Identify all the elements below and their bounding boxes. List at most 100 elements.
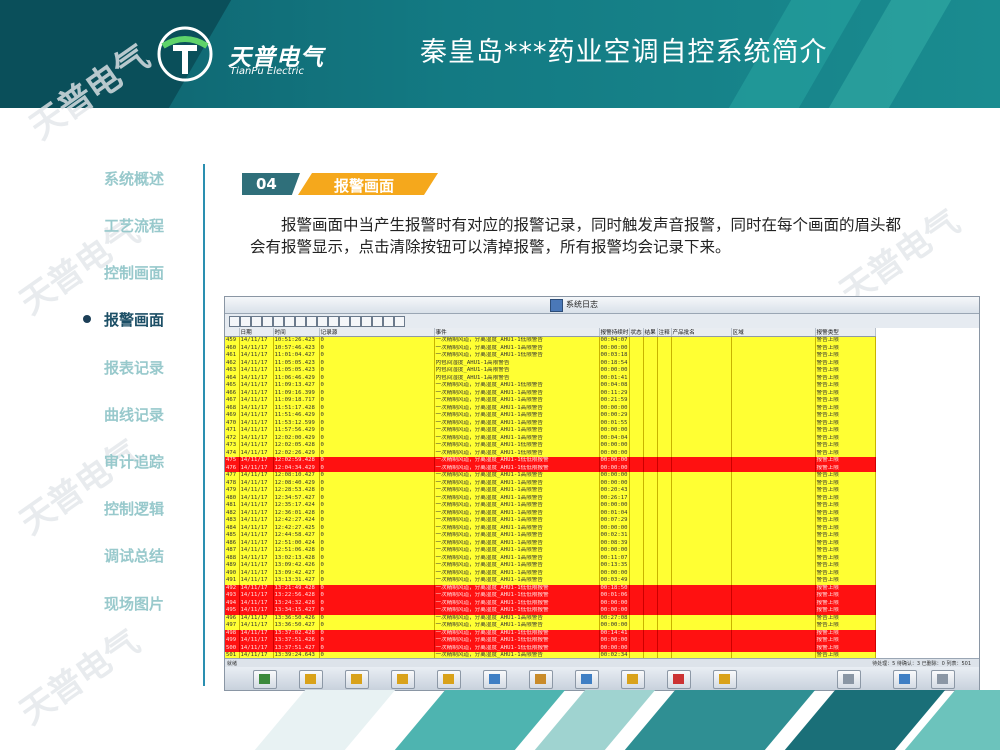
alarm-row[interactable]: 470 14/11/17 11:53:12.599 0 一次精制风道，分离湿度_AHU1… bbox=[225, 419, 876, 427]
row-area bbox=[731, 449, 816, 457]
column-header[interactable]: 产品批名 bbox=[671, 328, 732, 337]
bottom-toolbar-button[interactable] bbox=[299, 670, 323, 689]
alarm-row[interactable]: 462 14/11/17 11:05:05.423 0 内包间湿度_AHU1-1高限警告… bbox=[225, 359, 876, 367]
nav-item-commissioning-summary[interactable]: 调试总结 bbox=[104, 545, 164, 566]
alarm-row[interactable]: 488 14/11/17 13:02:13.428 0 一次精制风道，分离湿度_AHU1… bbox=[225, 554, 876, 562]
alarm-row[interactable]: 493 14/11/17 13:22:56.428 0 一次精制风道，分离湿度_AHU1… bbox=[225, 592, 876, 600]
alarm-row[interactable]: 463 14/11/17 11:05:05.423 0 内包间湿度_AHU1-1高限警告… bbox=[225, 367, 876, 375]
column-header[interactable]: 区域 bbox=[731, 328, 816, 337]
alarm-row[interactable]: 487 14/11/17 12:51:06.428 0 一次精制风道，分离湿度_AHU1… bbox=[225, 547, 876, 555]
bottom-toolbar-button[interactable] bbox=[483, 670, 507, 689]
nav-item-system-overview[interactable]: 系统概述 bbox=[104, 168, 164, 189]
alarm-row[interactable]: 465 14/11/17 11:09:13.427 0 一次精制风道，分离湿度_AHU1… bbox=[225, 382, 876, 390]
bottom-toolbar-button[interactable] bbox=[253, 670, 277, 689]
alarm-row[interactable]: 472 14/11/17 12:02:00.429 0 一次精制风道，分离湿度_AHU1… bbox=[225, 434, 876, 442]
row-alarm-type: 警告上限 bbox=[815, 614, 876, 622]
nav-item-audit-trail[interactable]: 审计追踪 bbox=[104, 451, 164, 472]
alarm-row[interactable]: 489 14/11/17 13:09:42.426 0 一次精制风道，分离湿度_AHU1… bbox=[225, 562, 876, 570]
alarm-row[interactable]: 478 14/11/17 12:08:40.429 0 一次精制风道，分离湿度_AHU1… bbox=[225, 479, 876, 487]
nav-item-report-records[interactable]: 报表记录 bbox=[104, 357, 164, 378]
alarm-row[interactable]: 467 14/11/17 11:09:18.717 0 一次精制风道，分离湿度_AHU1… bbox=[225, 397, 876, 405]
bottom-toolbar-button[interactable] bbox=[931, 670, 955, 689]
bottom-toolbar-button[interactable] bbox=[391, 670, 415, 689]
alarm-row[interactable]: 498 14/11/17 13:37:02.428 0 一次精制风道，分离湿度_AHU1… bbox=[225, 629, 876, 637]
nav-item-site-photos[interactable]: 现场图片 bbox=[104, 593, 164, 614]
toolbar-button[interactable] bbox=[361, 316, 372, 327]
toolbar-button[interactable] bbox=[284, 316, 295, 327]
alarm-row[interactable]: 480 14/11/17 12:34:57.427 0 一次精制风道，分离湿度_AHU1… bbox=[225, 494, 876, 502]
alarm-row[interactable]: 494 14/11/17 13:24:32.428 0 一次精制风道，分离湿度_AHU1… bbox=[225, 599, 876, 607]
bottom-toolbar-button[interactable] bbox=[621, 670, 645, 689]
bottom-toolbar-button[interactable] bbox=[575, 670, 599, 689]
column-header[interactable]: 日期 bbox=[239, 328, 274, 337]
alarm-row[interactable]: 459 14/11/17 10:51:26.423 0 一次精制风道，分离湿度_AHU1… bbox=[225, 336, 876, 345]
toolbar-button[interactable] bbox=[273, 316, 284, 327]
column-header[interactable]: 记录源 bbox=[319, 328, 435, 337]
toolbar-button[interactable] bbox=[251, 316, 262, 327]
toolbar-button[interactable] bbox=[240, 316, 251, 327]
alarm-row[interactable]: 481 14/11/17 12:35:17.424 0 一次精制风道，分离湿度_AHU1… bbox=[225, 502, 876, 510]
nav-item-control-logic[interactable]: 控制逻辑 bbox=[104, 498, 164, 519]
toolbar-button[interactable] bbox=[317, 316, 328, 327]
bottom-toolbar-button[interactable] bbox=[893, 670, 917, 689]
alarm-row[interactable]: 499 14/11/17 13:37:51.426 0 一次精制风道，分离湿度_AHU1… bbox=[225, 637, 876, 645]
column-header[interactable] bbox=[225, 328, 240, 337]
toolbar-button[interactable] bbox=[229, 316, 240, 327]
row-source: 0 bbox=[319, 517, 435, 525]
alarm-row[interactable]: 500 14/11/17 13:37:51.427 0 一次精制风道，分离湿度_AHU1… bbox=[225, 644, 876, 652]
alarm-row[interactable]: 483 14/11/17 12:42:27.424 0 一次精制风道，分离湿度_AHU1… bbox=[225, 517, 876, 525]
row-duration: 00:00:00 bbox=[599, 607, 630, 615]
column-header[interactable]: 注释 bbox=[657, 328, 672, 337]
column-header[interactable]: 事件 bbox=[434, 328, 600, 337]
alarm-row[interactable]: 491 14/11/17 13:13:31.427 0 一次精制风道，分离湿度_AHU1… bbox=[225, 577, 876, 585]
toolbar-button[interactable] bbox=[262, 316, 273, 327]
nav-item-alarm-screen[interactable]: 报警画面 bbox=[104, 309, 164, 330]
nav-item-process-flow[interactable]: 工艺流程 bbox=[104, 215, 164, 236]
toolbar-button[interactable] bbox=[350, 316, 361, 327]
alarm-row[interactable]: 495 14/11/17 13:34:15.427 0 一次精制风道，分离湿度_AHU1… bbox=[225, 607, 876, 615]
toolbar-button[interactable] bbox=[295, 316, 306, 327]
toolbar-button[interactable] bbox=[394, 316, 405, 327]
alarm-row[interactable]: 473 14/11/17 12:02:05.428 0 一次精制风道，分离湿度_AHU1… bbox=[225, 442, 876, 450]
column-header[interactable]: 状态 bbox=[629, 328, 644, 337]
alarm-row[interactable]: 466 14/11/17 11:09:16.399 0 一次精制风道，分离湿度_AHU1… bbox=[225, 389, 876, 397]
alarm-row[interactable]: 461 14/11/17 11:01:04.427 0 一次精制风道，分离湿度_AHU1… bbox=[225, 352, 876, 360]
alarm-row[interactable]: 468 14/11/17 11:51:17.428 0 一次精制风道，分离湿度_AHU1… bbox=[225, 404, 876, 412]
alarm-row[interactable]: 497 14/11/17 13:36:50.427 0 一次精制风道，分离湿度_AHU1… bbox=[225, 622, 876, 630]
alarm-row[interactable]: 475 14/11/17 12:02:59.428 0 一次精制风道，分离湿度_AHU1… bbox=[225, 457, 876, 465]
bottom-toolbar-button[interactable] bbox=[713, 670, 737, 689]
alarm-row[interactable]: 482 14/11/17 12:36:01.428 0 一次精制风道，分离湿度_AHU1… bbox=[225, 509, 876, 517]
alarm-row[interactable]: 492 14/11/17 13:21:49.428 0 一次精制风道，分离湿度_AHU1… bbox=[225, 584, 876, 592]
nav-item-control-screen[interactable]: 控制画面 bbox=[104, 262, 164, 283]
toolbar-button[interactable] bbox=[328, 316, 339, 327]
column-header[interactable]: 报警类型 bbox=[815, 328, 876, 337]
bottom-toolbar-button[interactable] bbox=[529, 670, 553, 689]
nav-item-trend-records[interactable]: 曲线记录 bbox=[104, 404, 164, 425]
bottom-toolbar-button[interactable] bbox=[345, 670, 369, 689]
alarm-row[interactable]: 496 14/11/17 13:36:50.426 0 一次精制风道，分离湿度_AHU1… bbox=[225, 614, 876, 622]
toolbar-button[interactable] bbox=[306, 316, 317, 327]
alarm-row[interactable]: 460 14/11/17 10:57:46.423 0 一次精制风道，分离湿度_AHU1… bbox=[225, 344, 876, 352]
bottom-toolbar-button[interactable] bbox=[837, 670, 861, 689]
bottom-toolbar-button[interactable] bbox=[437, 670, 461, 689]
row-result bbox=[643, 554, 658, 562]
column-header[interactable]: 报警持续时间 bbox=[599, 328, 630, 337]
toolbar-button[interactable] bbox=[372, 316, 383, 327]
alarm-row[interactable]: 477 14/11/17 12:08:10.427 0 一次精制风道，分离湿度_AHU1… bbox=[225, 472, 876, 480]
column-header[interactable]: 时间 bbox=[273, 328, 320, 337]
row-date: 14/11/17 bbox=[239, 427, 274, 435]
alarm-row[interactable]: 464 14/11/17 11:06:46.429 0 内包间湿度_AHU1-1高限警告… bbox=[225, 374, 876, 382]
alarm-row[interactable]: 484 14/11/17 12:42:27.425 0 一次精制风道，分离湿度_AHU1… bbox=[225, 524, 876, 532]
alarm-row[interactable]: 471 14/11/17 11:57:56.429 0 一次精制风道，分离湿度_AHU1… bbox=[225, 427, 876, 435]
bottom-toolbar-button[interactable] bbox=[667, 670, 691, 689]
alarm-row[interactable]: 474 14/11/17 12:02:26.429 0 一次精制风道，分离湿度_AHU1… bbox=[225, 449, 876, 457]
alarm-row[interactable]: 486 14/11/17 12:51:00.424 0 一次精制风道，分离湿度_AHU1… bbox=[225, 539, 876, 547]
alarm-row[interactable]: 476 14/11/17 12:04:34.429 0 一次精制风道，分离湿度_AHU1… bbox=[225, 464, 876, 472]
toolbar-button[interactable] bbox=[339, 316, 350, 327]
toolbar-button[interactable] bbox=[383, 316, 394, 327]
alarm-row[interactable]: 469 14/11/17 11:51:46.429 0 一次精制风道，分离湿度_AHU1… bbox=[225, 412, 876, 420]
column-header[interactable]: 结果 bbox=[643, 328, 658, 337]
alarm-row[interactable]: 490 14/11/17 13:09:42.427 0 一次精制风道，分离湿度_AHU1… bbox=[225, 569, 876, 577]
alarm-row[interactable]: 485 14/11/17 12:44:58.427 0 一次精制风道，分离湿度_AHU1… bbox=[225, 532, 876, 540]
alarm-row[interactable]: 479 14/11/17 12:28:53.428 0 一次精制风道，分离湿度_AHU1… bbox=[225, 487, 876, 495]
